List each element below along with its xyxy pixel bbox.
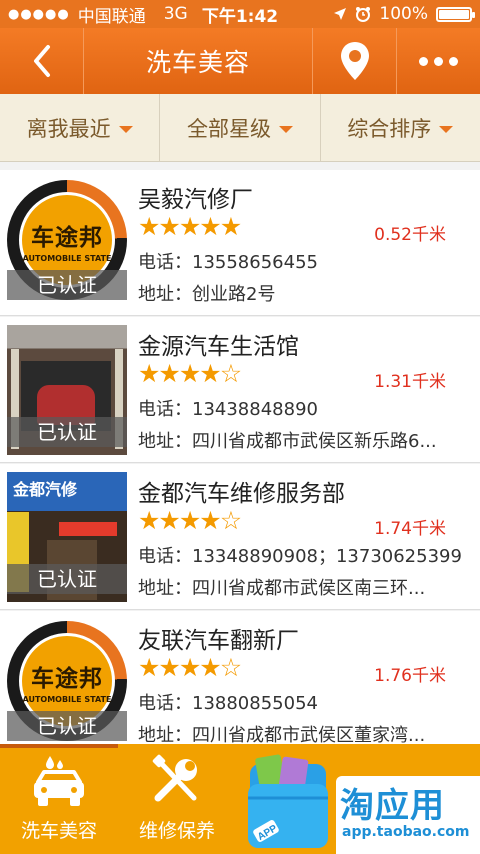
verified-badge: 已认证	[7, 417, 127, 447]
star-filled-icon: ★	[158, 212, 180, 241]
shop-list-item[interactable]: 车途邦 AUTOMOBILE STATE 已认证 友联汽车翻新厂 ★★★★☆ 1…	[0, 611, 480, 757]
filter-label: 离我最近	[26, 116, 111, 141]
shop-distance: 1.76千米	[374, 666, 446, 686]
location-arrow-icon	[334, 8, 347, 20]
logo-subtext: AUTOMOBILE STATE	[22, 253, 112, 263]
logo-subtext: AUTOMOBILE STATE	[22, 694, 112, 704]
shop-name: 吴毅汽修厂	[138, 187, 253, 213]
verified-badge: 已认证	[7, 270, 127, 300]
star-filled-icon: ★	[138, 212, 160, 241]
tab-maintenance[interactable]: 维修保养	[118, 754, 236, 850]
star-rating: ★★★★★	[138, 212, 242, 241]
caret-down-icon	[118, 126, 133, 133]
logo-text: 车途邦	[31, 665, 103, 692]
watermark-url: app.taobao.com	[342, 824, 470, 840]
wrench-screwdriver-icon	[152, 754, 197, 802]
map-pin-icon	[340, 42, 369, 80]
star-empty-icon: ☆	[219, 359, 242, 388]
battery-fill	[439, 9, 469, 19]
filter-sort[interactable]: 综合排序	[321, 94, 480, 161]
star-filled-icon: ★	[158, 359, 180, 388]
filter-rating[interactable]: 全部星级	[160, 94, 321, 161]
star-filled-icon: ★	[199, 506, 221, 535]
chevron-left-icon	[33, 45, 50, 77]
shop-name: 金都汽车维修服务部	[138, 481, 345, 507]
tab-label: 维修保养	[138, 820, 215, 842]
photo-sign-text: 金都汽修	[13, 480, 78, 499]
shop-list-item[interactable]: 金都汽修 已认证 金都汽车维修服务部 ★★★★☆ 1.74千米 电话：13348…	[0, 464, 480, 610]
photo-banner	[59, 522, 117, 536]
alarm-icon	[356, 7, 371, 22]
shop-distance: 1.74千米	[374, 519, 446, 539]
verified-badge: 已认证	[7, 711, 127, 741]
star-filled-icon: ★	[138, 359, 160, 388]
filter-label: 综合排序	[347, 116, 432, 141]
star-filled-icon: ★	[178, 212, 201, 241]
shop-address: 地址：四川省成都市武侯区南三环...	[138, 578, 426, 599]
more-dots-icon	[419, 56, 428, 66]
star-filled-icon: ★	[158, 653, 180, 682]
shop-list: 车途邦 AUTOMOBILE STATE 已认证 吴毅汽修厂 ★★★★★ 0.5…	[0, 170, 480, 757]
back-button[interactable]	[0, 28, 84, 94]
star-filled-icon: ★	[199, 653, 221, 682]
caret-down-icon	[278, 126, 293, 133]
filter-label: 全部星级	[186, 116, 271, 141]
signal-strength: ●●●●●	[8, 6, 70, 22]
nav-bar: 洗车美容	[0, 28, 480, 94]
star-filled-icon: ★	[199, 212, 221, 241]
more-dot	[434, 56, 443, 66]
star-filled-icon: ★	[138, 506, 160, 535]
watermark-title: 淘应用	[340, 786, 445, 826]
star-filled-icon: ★	[178, 359, 201, 388]
location-button[interactable]	[312, 28, 396, 94]
shop-name: 金源汽车生活馆	[138, 334, 299, 360]
star-filled-icon: ★	[199, 359, 221, 388]
logo-text: 车途邦	[31, 224, 103, 251]
taobao-watermark: 淘应用 app.taobao.com	[336, 776, 480, 854]
shop-address: 地址：创业路2号	[138, 284, 276, 305]
shop-name: 友联汽车翻新厂	[138, 628, 299, 654]
battery-icon	[436, 6, 475, 22]
tab-label: 洗车美容	[20, 820, 97, 842]
shop-distance: 0.52千米	[374, 225, 446, 245]
shop-address: 地址：四川省成都市武侯区新乐路6...	[138, 431, 437, 452]
filter-bar: 离我最近 全部星级 综合排序	[0, 94, 480, 162]
star-filled-icon: ★	[158, 506, 180, 535]
shop-phone: 电话：13348890908；13730625399	[138, 546, 462, 567]
network-type: 3G	[163, 4, 188, 24]
verified-badge: 已认证	[7, 564, 127, 594]
filter-distance[interactable]: 离我最近	[0, 94, 161, 161]
star-filled-icon: ★	[219, 212, 242, 241]
shop-phone: 电话：13558656455	[138, 252, 318, 273]
active-tab-indicator	[0, 744, 118, 748]
battery-percent: 100%	[379, 4, 428, 24]
carrier-name: 中国联通	[77, 6, 146, 27]
status-bar: ●●●●● 中国联通 3G 下午1:42 100%	[0, 0, 480, 28]
star-rating: ★★★★☆	[138, 359, 242, 388]
shop-list-item[interactable]: 已认证 金源汽车生活馆 ★★★★☆ 1.31千米 电话：13438848890 …	[0, 317, 480, 463]
car-wash-icon	[34, 756, 84, 806]
shop-phone: 电话：13880855054	[138, 693, 318, 714]
star-rating: ★★★★☆	[138, 653, 242, 682]
more-dot	[449, 56, 458, 66]
more-button[interactable]	[396, 28, 480, 94]
page-title: 洗车美容	[145, 48, 250, 77]
shop-phone: 电话：13438848890	[138, 399, 318, 420]
star-empty-icon: ☆	[219, 506, 242, 535]
star-filled-icon: ★	[178, 506, 201, 535]
star-filled-icon: ★	[178, 653, 201, 682]
shop-list-item[interactable]: 车途邦 AUTOMOBILE STATE 已认证 吴毅汽修厂 ★★★★★ 0.5…	[0, 170, 480, 316]
star-empty-icon: ☆	[219, 653, 242, 682]
taobao-app-bag-icon: APP	[248, 754, 328, 848]
tab-car-wash[interactable]: 洗车美容	[0, 754, 118, 850]
star-filled-icon: ★	[138, 653, 160, 682]
shop-distance: 1.31千米	[374, 372, 446, 392]
star-rating: ★★★★☆	[138, 506, 242, 535]
caret-down-icon	[439, 126, 454, 133]
